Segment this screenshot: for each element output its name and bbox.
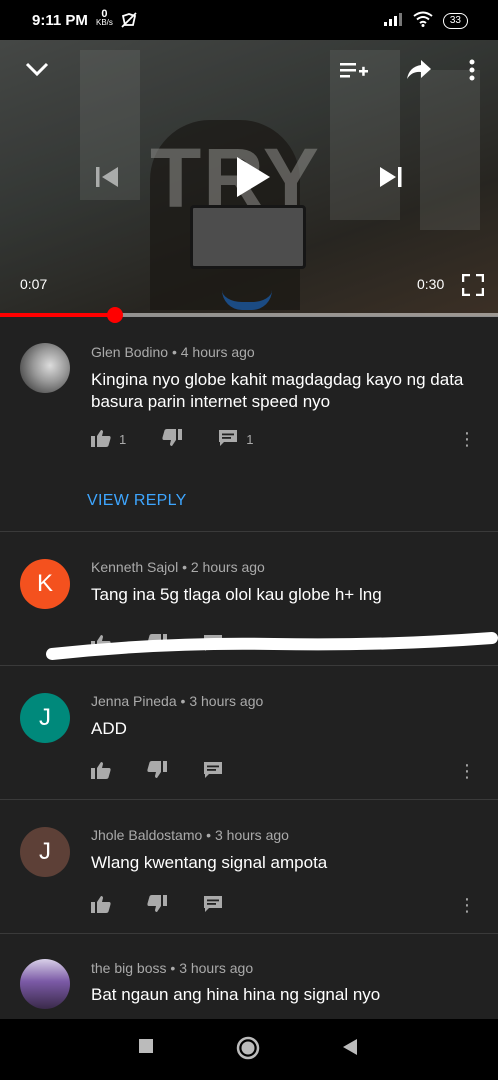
comment-text: Kingina nyo globe kahit magdagdag kayo n… bbox=[91, 370, 464, 411]
comment-meta: Jhole Baldostamo • 3 hours ago bbox=[91, 827, 289, 843]
home-icon[interactable] bbox=[236, 1036, 260, 1065]
avatar[interactable]: J bbox=[20, 693, 70, 743]
reply-count: 1 bbox=[246, 432, 254, 447]
comment-more-icon[interactable]: ⋮ bbox=[458, 762, 476, 780]
dislike-button[interactable] bbox=[147, 895, 167, 916]
net-speed-unit: KB/s bbox=[96, 18, 113, 27]
comment-author[interactable]: Jenna Pineda bbox=[91, 693, 177, 709]
next-icon[interactable] bbox=[378, 164, 404, 195]
comment-author[interactable]: Glen Bodino bbox=[91, 344, 168, 360]
avatar-letter: J bbox=[39, 838, 51, 865]
thumbs-down-icon bbox=[162, 429, 183, 450]
comment-time: 3 hours ago bbox=[179, 960, 254, 976]
status-bar: 9:11 PM 0 KB/s 33 bbox=[0, 0, 498, 40]
dislike-button[interactable] bbox=[147, 761, 167, 782]
comment-text: ADD bbox=[91, 719, 127, 738]
comment-text: Bat ngaun ang hina hina ng signal nyo bbox=[91, 985, 381, 1004]
like-button[interactable] bbox=[91, 761, 111, 782]
signal-icon bbox=[383, 12, 403, 30]
comments-list: Glen Bodino • 4 hours ago Kingina nyo gl… bbox=[0, 317, 498, 1024]
notification-mute-icon bbox=[120, 11, 138, 33]
comment-actions: 1 1 bbox=[91, 429, 289, 450]
thumbs-down-icon bbox=[147, 895, 167, 916]
net-speed: 0 KB/s bbox=[96, 9, 113, 27]
dislike-button[interactable] bbox=[162, 429, 183, 450]
comment-actions bbox=[91, 895, 259, 916]
comment-time: 4 hours ago bbox=[180, 344, 255, 360]
thumbs-up-icon bbox=[91, 761, 111, 782]
video-player[interactable]: TRY 0:07 0:30 bbox=[0, 40, 498, 316]
comment-time: 2 hours ago bbox=[190, 559, 265, 575]
thumbs-down-icon bbox=[147, 761, 167, 782]
comment-item: J Jenna Pineda • 3 hours ago ADD ⋮ bbox=[0, 666, 498, 800]
reply-button[interactable] bbox=[203, 895, 223, 916]
battery-indicator: 33 bbox=[442, 13, 468, 29]
comment-item: the big boss • 3 hours ago Bat ngaun ang… bbox=[0, 934, 498, 1024]
previous-icon[interactable] bbox=[94, 164, 120, 195]
add-to-queue-icon[interactable] bbox=[340, 60, 368, 87]
fullscreen-icon[interactable] bbox=[461, 273, 485, 301]
comment-meta: Jenna Pineda • 3 hours ago bbox=[91, 693, 264, 709]
wifi-icon bbox=[413, 11, 433, 31]
reply-button[interactable]: 1 bbox=[218, 429, 253, 450]
handwritten-scribble bbox=[46, 632, 498, 660]
comment-meta: Glen Bodino • 4 hours ago bbox=[91, 344, 255, 360]
comment-time: 3 hours ago bbox=[214, 827, 289, 843]
reply-icon bbox=[203, 895, 223, 916]
thumbs-up-icon bbox=[91, 429, 111, 450]
avatar[interactable] bbox=[20, 343, 70, 393]
avatar[interactable]: J bbox=[20, 827, 70, 877]
comment-text: Wlang kwentang signal ampota bbox=[91, 853, 328, 872]
share-icon[interactable] bbox=[406, 58, 432, 87]
like-count: 1 bbox=[119, 432, 127, 447]
comment-author[interactable]: the big boss bbox=[91, 960, 167, 976]
reply-icon bbox=[218, 429, 238, 450]
comment-item: J Jhole Baldostamo • 3 hours ago Wlang k… bbox=[0, 800, 498, 934]
avatar[interactable]: K bbox=[20, 559, 70, 609]
play-icon[interactable] bbox=[234, 155, 272, 204]
duration: 0:30 bbox=[417, 276, 445, 292]
recents-icon[interactable] bbox=[138, 1038, 154, 1059]
comment-time: 3 hours ago bbox=[189, 693, 264, 709]
comment-meta: the big boss • 3 hours ago bbox=[91, 960, 254, 976]
status-time: 9:11 PM bbox=[32, 12, 88, 29]
comment-item: Glen Bodino • 4 hours ago Kingina nyo gl… bbox=[0, 317, 498, 532]
comment-meta: Kenneth Sajol • 2 hours ago bbox=[91, 559, 265, 575]
status-right-icons: 33 bbox=[383, 11, 468, 31]
reply-icon bbox=[203, 761, 223, 782]
more-icon[interactable] bbox=[468, 58, 476, 87]
reply-button[interactable] bbox=[203, 761, 223, 782]
back-icon[interactable] bbox=[342, 1038, 358, 1061]
like-button[interactable]: 1 bbox=[91, 429, 126, 450]
comment-author[interactable]: Jhole Baldostamo bbox=[91, 827, 202, 843]
view-reply-link[interactable]: VIEW REPLY bbox=[87, 492, 187, 510]
thumbs-up-icon bbox=[91, 895, 111, 916]
comment-more-icon[interactable]: ⋮ bbox=[458, 896, 476, 914]
comment-text: Tang ina 5g tlaga olol kau globe h+ lng bbox=[91, 585, 382, 604]
comment-more-icon[interactable]: ⋮ bbox=[458, 430, 476, 448]
like-button[interactable] bbox=[91, 895, 111, 916]
avatar-letter: K bbox=[36, 570, 53, 597]
comment-item: K Kenneth Sajol • 2 hours ago Tang ina 5… bbox=[0, 532, 498, 666]
navigation-bar bbox=[0, 1019, 498, 1080]
comment-author[interactable]: Kenneth Sajol bbox=[91, 559, 178, 575]
avatar-letter: J bbox=[39, 704, 51, 731]
avatar[interactable] bbox=[20, 959, 70, 1009]
current-time: 0:07 bbox=[20, 276, 48, 292]
chevron-down-icon[interactable] bbox=[24, 60, 50, 83]
comment-actions bbox=[91, 761, 259, 782]
